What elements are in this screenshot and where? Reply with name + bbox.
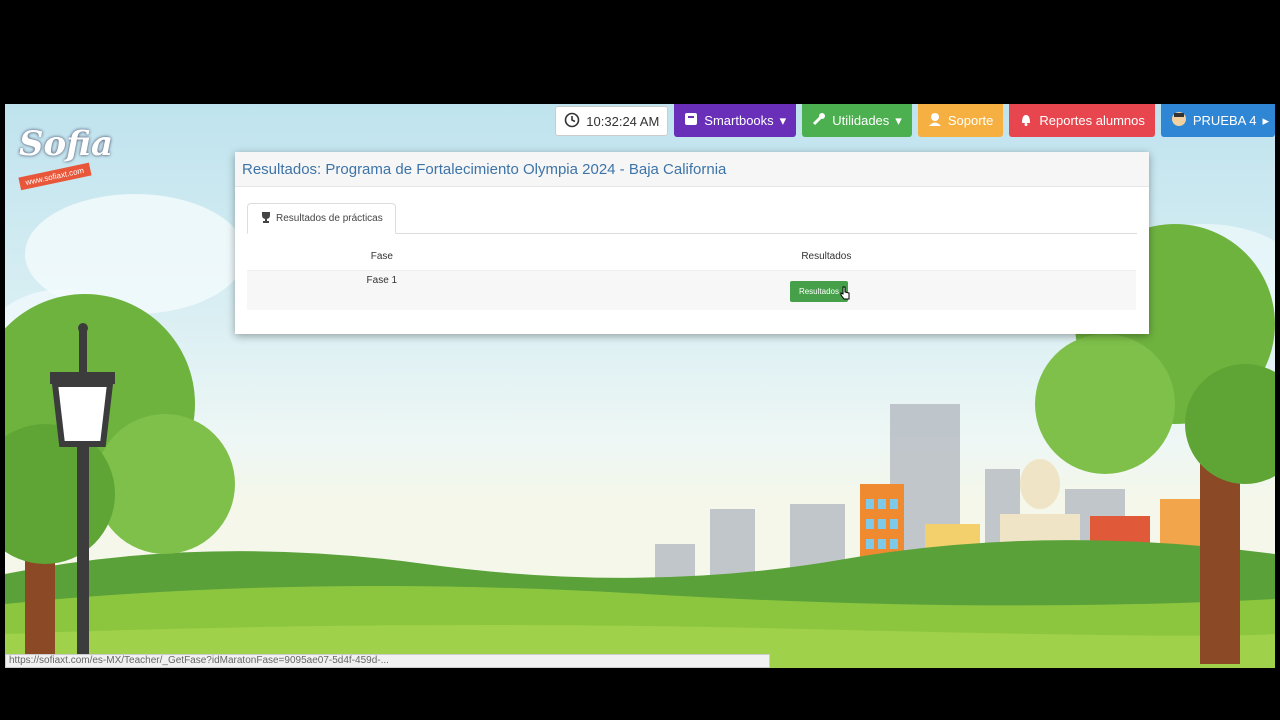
- reportes-label: Reportes alumnos: [1039, 113, 1145, 128]
- fase-cell: Fase 1: [247, 270, 517, 310]
- soporte-button[interactable]: Soporte: [917, 104, 1004, 137]
- resultados-cell: Resultados: [516, 270, 1136, 310]
- hand-cursor-icon: [839, 286, 851, 303]
- support-person-icon: [928, 112, 942, 129]
- clock-display: 10:32:24 AM: [555, 106, 669, 136]
- smartbooks-menu-button[interactable]: Smartbooks ▾: [674, 104, 797, 137]
- sofia-logo[interactable]: Sofia www.sofiaxt.com: [18, 124, 129, 214]
- user-menu-button[interactable]: PRUEBA 4 ▸: [1160, 104, 1275, 137]
- page-title: Resultados: Programa de Fortalecimiento …: [242, 160, 727, 178]
- tab-bar: Resultados de prácticas: [247, 202, 1137, 234]
- panel-header: Resultados: Programa de Fortalecimiento …: [235, 152, 1149, 187]
- clock-icon: [564, 112, 580, 131]
- app-viewport: Sofia www.sofiaxt.com 10:32:24 AM Smartb…: [5, 104, 1275, 668]
- top-navbar: 10:32:24 AM Smartbooks ▾ Utilidades ▾ So…: [555, 104, 1275, 138]
- caret-right-icon: ▸: [1262, 112, 1269, 128]
- tab-resultados-practicas[interactable]: Resultados de prácticas: [247, 203, 396, 234]
- tab-label: Resultados de prácticas: [276, 213, 383, 224]
- bell-icon: [1019, 112, 1033, 129]
- column-header-fase: Fase: [247, 242, 517, 271]
- browser-status-url: https://sofiaxt.com/es-MX/Teacher/_GetFa…: [5, 654, 770, 668]
- book-icon: [684, 112, 698, 129]
- results-table: Fase Resultados Fase 1 Resultados: [247, 242, 1136, 310]
- reportes-alumnos-button[interactable]: Reportes alumnos: [1009, 104, 1155, 137]
- logo-text: Sofia: [19, 124, 113, 164]
- smartbooks-label: Smartbooks: [704, 113, 774, 128]
- soporte-label: Soporte: [947, 113, 994, 128]
- clock-time: 10:32:24 AM: [586, 113, 660, 129]
- table-row: Fase 1 Resultados: [247, 270, 1136, 310]
- column-header-resultados: Resultados: [516, 242, 1136, 271]
- caret-down-icon: ▾: [779, 112, 787, 128]
- user-avatar-icon: [1171, 111, 1187, 130]
- trophy-icon: [260, 211, 272, 226]
- logo-url-ribbon: www.sofiaxt.com: [18, 162, 92, 191]
- utilidades-label: Utilidades: [832, 113, 890, 128]
- wrench-icon: [812, 112, 826, 129]
- caret-down-icon: ▾: [895, 112, 902, 128]
- results-panel: Resultados: Programa de Fortalecimiento …: [235, 152, 1149, 334]
- user-name: PRUEBA 4: [1192, 113, 1257, 128]
- utilidades-menu-button[interactable]: Utilidades ▾: [802, 104, 912, 137]
